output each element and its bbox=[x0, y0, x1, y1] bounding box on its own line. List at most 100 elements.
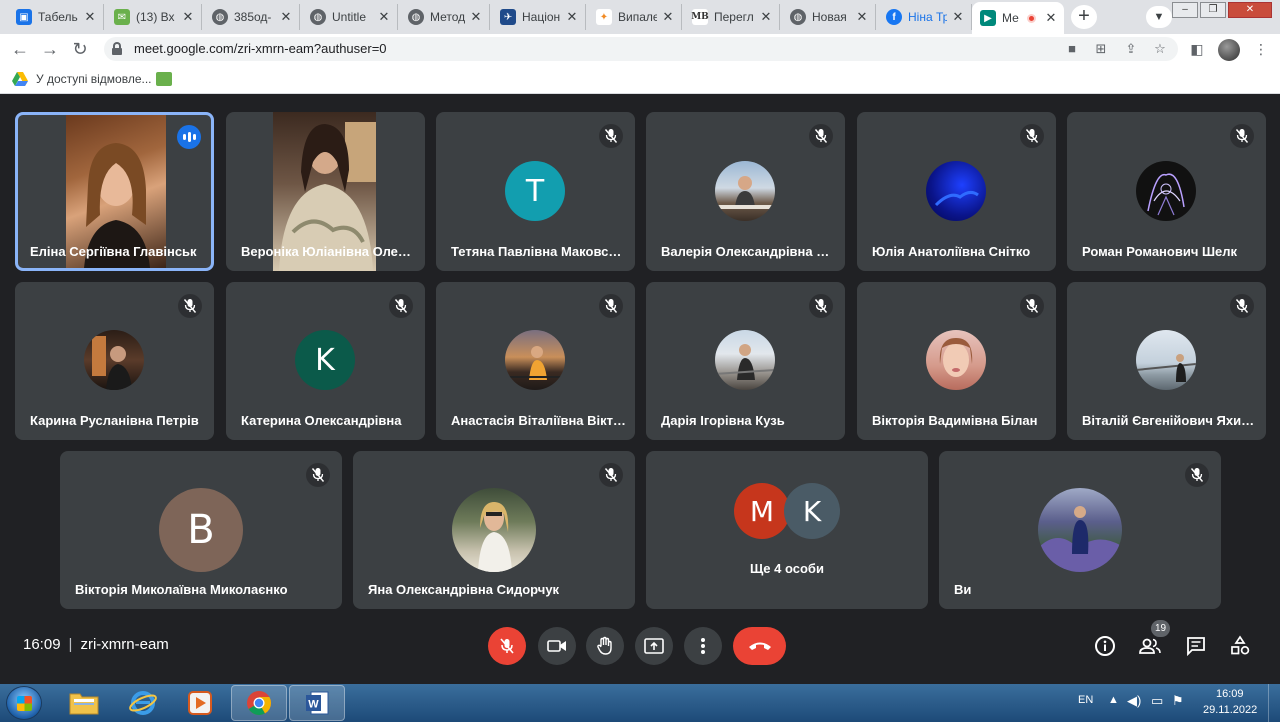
participant-tile[interactable]: Анастасія Віталіївна Вікторівна bbox=[436, 282, 635, 440]
mic-off-icon bbox=[599, 463, 623, 487]
taskbar-date[interactable]: 29.11.2022 bbox=[1203, 704, 1257, 716]
word-taskbar-icon[interactable]: W bbox=[289, 685, 345, 721]
close-tab-icon[interactable]: ✕ bbox=[759, 9, 773, 25]
bookmark-access-denied[interactable]: У доступі відмовле... bbox=[12, 70, 152, 88]
self-tile[interactable]: Ви bbox=[939, 451, 1221, 609]
chrome-taskbar-icon[interactable] bbox=[231, 685, 287, 721]
participant-tile[interactable]: Роман Романович Шелк bbox=[1067, 112, 1266, 271]
side-panel-icon[interactable]: ◧ bbox=[1186, 38, 1208, 60]
close-tab-icon[interactable]: ✕ bbox=[661, 9, 675, 25]
address-bar[interactable]: meet.google.com/zri-xmrn-eam?authuser=0 … bbox=[104, 37, 1178, 61]
close-tab-icon[interactable]: ✕ bbox=[83, 9, 97, 25]
avatar: K bbox=[295, 330, 355, 390]
participant-tile[interactable]: T Тетяна Павлівна Маковська bbox=[436, 112, 635, 271]
share-icon[interactable]: ⇪ bbox=[1121, 39, 1141, 59]
reload-icon[interactable]: ↻ bbox=[69, 38, 91, 60]
participant-tile[interactable]: K Катерина Олександрівна bbox=[226, 282, 425, 440]
window-close-icon[interactable]: ✕ bbox=[1228, 2, 1272, 18]
participant-tile[interactable]: Юлія Анатоліївна Снітко bbox=[857, 112, 1056, 271]
participant-tile[interactable]: Яна Олександрівна Сидорчук bbox=[353, 451, 635, 609]
tab-perehl[interactable]: MB Перегл ✕ bbox=[684, 4, 780, 30]
participant-tile[interactable]: Віталій Євгенійович Яхимович bbox=[1067, 282, 1266, 440]
network-icon[interactable]: ▭ bbox=[1151, 693, 1163, 709]
close-tab-icon[interactable]: ✕ bbox=[1044, 10, 1058, 26]
participant-tile[interactable]: Вероніка Юліанівна Олександрівна bbox=[226, 112, 425, 271]
tab-tabel[interactable]: ▣ Табель ✕ bbox=[8, 4, 104, 30]
chat-button[interactable] bbox=[1183, 633, 1209, 659]
minimize-icon[interactable]: – bbox=[1172, 2, 1198, 18]
participant-tile[interactable]: Еліна Сергіївна Главінськ bbox=[15, 112, 214, 271]
videocam-icon bbox=[547, 640, 566, 652]
avatar-initial: B bbox=[187, 507, 215, 553]
participant-name: Карина Русланівна Петрів bbox=[30, 413, 199, 428]
camera-icon[interactable]: ■ bbox=[1062, 39, 1082, 59]
camera-toggle-button[interactable] bbox=[538, 627, 576, 665]
tab-inbox[interactable]: ✉ (13) Вх ✕ bbox=[106, 4, 202, 30]
maximize-icon[interactable]: ❐ bbox=[1200, 2, 1226, 18]
translate-icon[interactable]: ⊞ bbox=[1091, 39, 1111, 59]
participant-name: Роман Романович Шелк bbox=[1082, 244, 1238, 259]
mic-off-icon bbox=[1230, 294, 1254, 318]
internet-explorer-icon[interactable] bbox=[115, 685, 171, 721]
participant-name: Валерія Олександрівна Олександрівна bbox=[661, 244, 836, 259]
mic-off-icon bbox=[306, 463, 330, 487]
new-tab-button[interactable]: + bbox=[1071, 5, 1097, 29]
close-tab-icon[interactable]: ✕ bbox=[951, 9, 965, 25]
tab-novaya[interactable]: ◍ Новая ✕ bbox=[782, 4, 876, 30]
tab-meet[interactable]: ▶ Ме ✕ bbox=[972, 2, 1064, 34]
participant-tile[interactable]: B Вікторія Миколаївна Миколаєнко bbox=[60, 451, 342, 609]
participant-tile[interactable]: Валерія Олександрівна Олександрівна bbox=[646, 112, 845, 271]
back-arrow-icon[interactable]: ← bbox=[9, 38, 31, 60]
call-end-icon bbox=[748, 642, 771, 650]
meeting-code[interactable]: zri-xmrn-eam bbox=[80, 636, 168, 653]
globe-icon: ◍ bbox=[408, 9, 424, 25]
start-button[interactable] bbox=[6, 686, 42, 720]
url-text[interactable]: meet.google.com/zri-xmrn-eam?authuser=0 bbox=[134, 41, 387, 56]
close-tab-icon[interactable]: ✕ bbox=[469, 9, 483, 25]
action-center-flag-icon[interactable]: ⚑ bbox=[1172, 693, 1184, 709]
participant-tile[interactable]: Дарія Ігорівна Кузь bbox=[646, 282, 845, 440]
participant-tile[interactable]: Вікторія Вадимівна Білан bbox=[857, 282, 1056, 440]
more-participants-tile[interactable]: M K Ще 4 особи bbox=[646, 451, 928, 609]
participant-name: Віталій Євгенійович Яхимович bbox=[1082, 413, 1257, 428]
close-tab-icon[interactable]: ✕ bbox=[377, 9, 391, 25]
close-tab-icon[interactable]: ✕ bbox=[279, 9, 293, 25]
tab-search-chevron-icon[interactable]: ▼ bbox=[1146, 6, 1172, 28]
explorer-folder-icon[interactable] bbox=[56, 685, 112, 721]
mic-off-icon bbox=[599, 294, 623, 318]
profile-avatar[interactable] bbox=[1218, 39, 1240, 61]
bookmark-star-icon[interactable]: ☆ bbox=[1150, 39, 1170, 59]
mic-off-icon bbox=[500, 638, 514, 654]
present-screen-button[interactable] bbox=[635, 627, 673, 665]
close-tab-icon[interactable]: ✕ bbox=[855, 9, 869, 25]
language-indicator[interactable]: EN bbox=[1078, 694, 1093, 706]
forward-arrow-icon[interactable]: → bbox=[39, 38, 61, 60]
microphone-toggle-button[interactable] bbox=[488, 627, 526, 665]
svg-text:W: W bbox=[308, 699, 319, 711]
tab-facebook[interactable]: f Ніна Тр ✕ bbox=[878, 4, 972, 30]
meet-icon: ▶ bbox=[980, 10, 996, 26]
globe-icon: ◍ bbox=[790, 9, 806, 25]
tab-natsion[interactable]: ✈ Націон ✕ bbox=[492, 4, 586, 30]
show-desktop-button[interactable] bbox=[1268, 684, 1280, 722]
taskbar-time[interactable]: 16:09 bbox=[1216, 688, 1244, 700]
tab-metod[interactable]: ◍ Метод ✕ bbox=[400, 4, 490, 30]
menu-dots-icon[interactable]: ⋮ bbox=[1250, 38, 1272, 60]
close-tab-icon[interactable]: ✕ bbox=[565, 9, 579, 25]
hand-icon bbox=[597, 636, 612, 655]
tab-untitled[interactable]: ◍ Untitle ✕ bbox=[302, 4, 398, 30]
activities-button[interactable] bbox=[1227, 633, 1253, 659]
volume-icon[interactable]: ◀) bbox=[1127, 693, 1141, 709]
people-icon bbox=[1139, 638, 1161, 654]
media-player-icon[interactable] bbox=[172, 685, 228, 721]
end-call-button[interactable] bbox=[733, 627, 786, 665]
close-tab-icon[interactable]: ✕ bbox=[181, 9, 195, 25]
more-options-button[interactable] bbox=[684, 627, 722, 665]
meeting-details-button[interactable] bbox=[1092, 633, 1118, 659]
tab-vypale[interactable]: ✦ Випалє ✕ bbox=[588, 4, 682, 30]
tray-expand-icon[interactable]: ▲ bbox=[1108, 694, 1119, 706]
raise-hand-button[interactable] bbox=[586, 627, 624, 665]
bookmark-gift[interactable] bbox=[156, 70, 172, 88]
participant-tile[interactable]: Карина Русланівна Петрів bbox=[15, 282, 214, 440]
tab-385[interactable]: ◍ 385од- ✕ bbox=[204, 4, 300, 30]
